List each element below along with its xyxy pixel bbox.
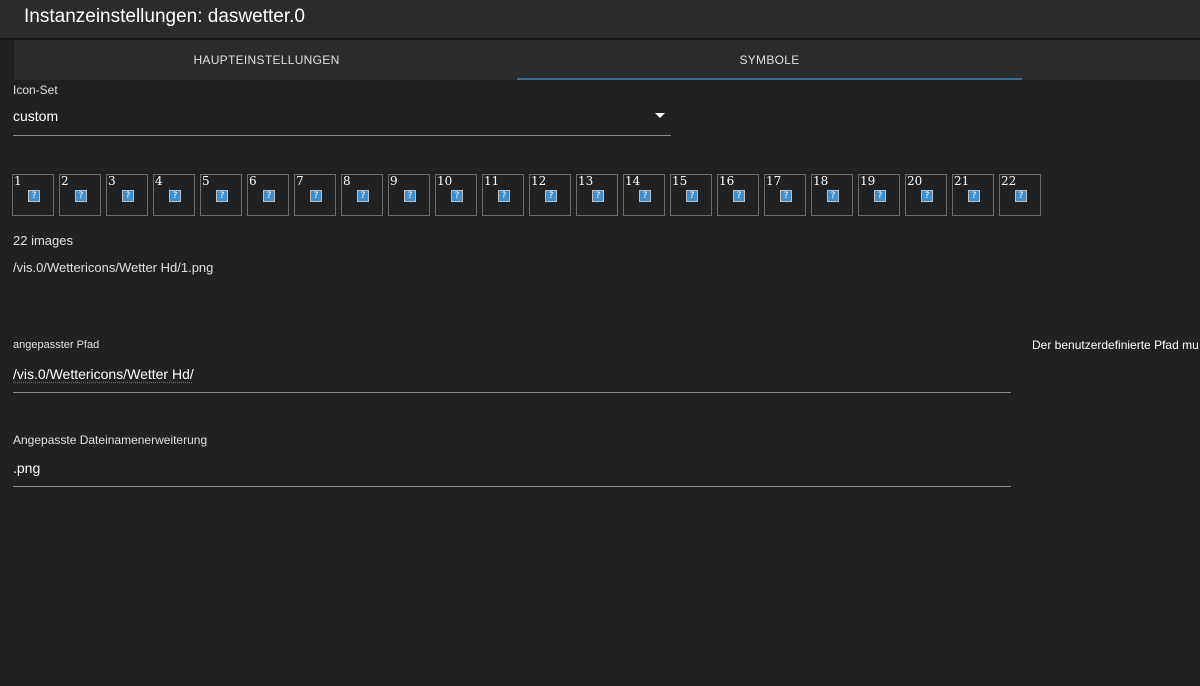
icon-slot: 15?	[670, 174, 712, 216]
broken-image-icon: ?	[263, 190, 275, 202]
icon-slot-number: 5	[202, 174, 210, 188]
broken-image-icon: ?	[216, 190, 228, 202]
icon-slot-number: 18	[813, 174, 829, 188]
sample-path: /vis.0/Wettericons/Wetter Hd/1.png	[13, 260, 214, 275]
icon-slot-number: 4	[155, 174, 163, 188]
broken-image-icon: ?	[827, 190, 839, 202]
icon-slot-number: 21	[954, 174, 970, 188]
icon-preview-row: 1? 2? 3? 4? 5? 6? 7? 8? 9? 10? 11? 12? 13? 14? 15? 16? 1…	[12, 174, 1052, 218]
icon-slot: 6?	[247, 174, 289, 216]
custom-path-input[interactable]: /vis.0/Wettericons/Wetter Hd/	[13, 362, 1011, 393]
broken-image-icon: ?	[451, 190, 463, 202]
icon-slot: 21?	[952, 174, 994, 216]
icon-slot: 17?	[764, 174, 806, 216]
icon-slot-number: 20	[907, 174, 923, 188]
broken-image-icon: ?	[780, 190, 792, 202]
icon-slot-number: 14	[625, 174, 641, 188]
broken-image-icon: ?	[404, 190, 416, 202]
broken-image-icon: ?	[874, 190, 886, 202]
broken-image-icon: ?	[169, 190, 181, 202]
icon-slot: 14?	[623, 174, 665, 216]
extension-input[interactable]: .png	[13, 456, 1011, 487]
broken-image-icon: ?	[733, 190, 745, 202]
icon-slot-number: 22	[1001, 174, 1017, 188]
broken-image-icon: ?	[357, 190, 369, 202]
icon-slot: 9?	[388, 174, 430, 216]
broken-image-icon: ?	[28, 190, 40, 202]
broken-image-icon: ?	[498, 190, 510, 202]
broken-image-icon: ?	[686, 190, 698, 202]
icon-slot: 2?	[59, 174, 101, 216]
icon-slot-number: 11	[484, 174, 500, 188]
custom-path-helper: Der benutzerdefinierte Pfad mu	[1032, 338, 1199, 352]
tab-symbole[interactable]: SYMBOLE	[517, 40, 1022, 80]
icon-slot: 11?	[482, 174, 524, 216]
broken-image-icon: ?	[122, 190, 134, 202]
custom-path-label: angepasster Pfad	[13, 339, 100, 351]
icon-slot: 16?	[717, 174, 759, 216]
icon-slot-number: 1	[14, 174, 22, 188]
icon-slot-number: 6	[249, 174, 257, 188]
broken-image-icon: ?	[75, 190, 87, 202]
icon-slot: 1?	[12, 174, 54, 216]
icon-slot: 10?	[435, 174, 477, 216]
icon-slot: 4?	[153, 174, 195, 216]
icon-slot: 18?	[811, 174, 853, 216]
broken-image-icon: ?	[592, 190, 604, 202]
dropdown-arrow-icon	[655, 113, 665, 118]
icon-slot: 7?	[294, 174, 336, 216]
icon-slot-number: 13	[578, 174, 594, 188]
icon-slot: 5?	[200, 174, 242, 216]
tab-bar: HAUPTEINSTELLUNGEN SYMBOLE	[14, 40, 1200, 80]
icon-slot-number: 2	[61, 174, 69, 188]
tab-haupteinstellungen[interactable]: HAUPTEINSTELLUNGEN	[14, 40, 519, 80]
broken-image-icon: ?	[545, 190, 557, 202]
icon-slot-number: 16	[719, 174, 735, 188]
custom-path-value: /vis.0/Wettericons/Wetter Hd/	[13, 366, 194, 382]
icon-set-label: Icon-Set	[13, 83, 58, 97]
image-count: 22 images	[13, 233, 73, 248]
broken-image-icon: ?	[310, 190, 322, 202]
extension-value: .png	[13, 460, 41, 476]
icon-set-value: custom	[13, 108, 59, 124]
icon-slot: 19?	[858, 174, 900, 216]
icon-slot-number: 10	[437, 174, 453, 188]
icon-slot-number: 9	[390, 174, 398, 188]
icon-set-select[interactable]: custom	[13, 104, 671, 136]
icon-slot: 3?	[106, 174, 148, 216]
title-bar: Instanzeinstellungen: daswetter.0	[0, 0, 1200, 38]
icon-slot-number: 17	[766, 174, 782, 188]
icon-slot-number: 8	[343, 174, 351, 188]
icon-slot-number: 15	[672, 174, 688, 188]
broken-image-icon: ?	[921, 190, 933, 202]
broken-image-icon: ?	[639, 190, 651, 202]
icon-slot-number: 12	[531, 174, 547, 188]
icon-slot: 20?	[905, 174, 947, 216]
icon-slot: 13?	[576, 174, 618, 216]
broken-image-icon: ?	[1015, 190, 1027, 202]
icon-slot-number: 7	[296, 174, 304, 188]
extension-label: Angepasste Dateinamenerweiterung	[13, 433, 208, 447]
broken-image-icon: ?	[968, 190, 980, 202]
icon-slot: 12?	[529, 174, 571, 216]
icon-slot-number: 3	[108, 174, 116, 188]
icon-slot: 22?	[999, 174, 1041, 216]
icon-slot: 8?	[341, 174, 383, 216]
icon-slot-number: 19	[860, 174, 876, 188]
dialog-title: Instanzeinstellungen: daswetter.0	[24, 6, 305, 27]
